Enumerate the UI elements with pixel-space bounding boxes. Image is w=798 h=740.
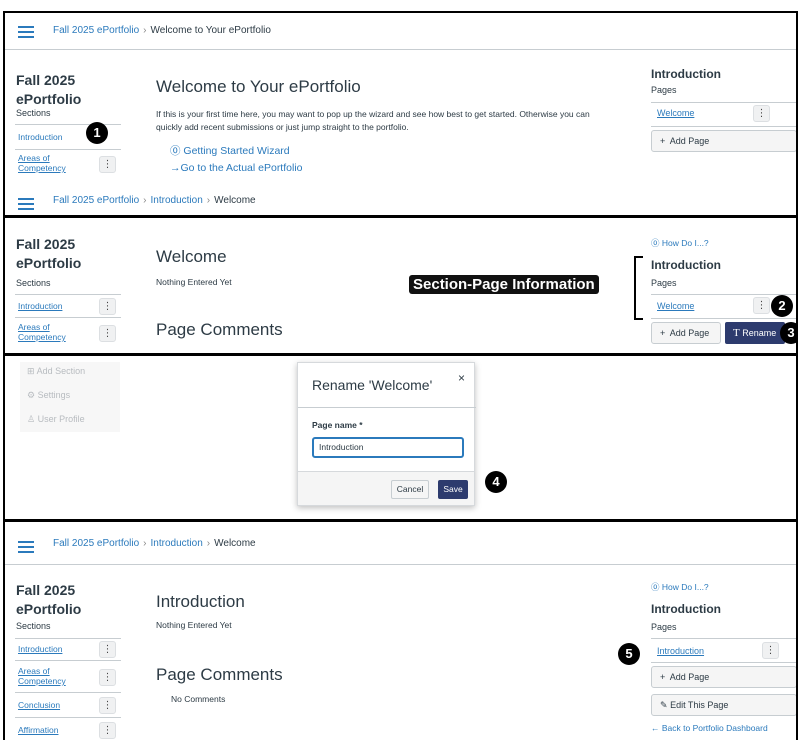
comments-heading: Page Comments [156, 665, 283, 684]
page-item-introduction[interactable]: Introduction [657, 646, 704, 656]
section-item-conclusion[interactable]: Conclusion ⋮ [15, 692, 121, 716]
page-content: Nothing Entered Yet [156, 620, 232, 630]
kebab-menu-icon[interactable]: ⋮ [753, 297, 770, 314]
section-item-affirmation[interactable]: Affirmation ⋮ [15, 717, 121, 740]
panel-welcome-page: Fall 2025 ePortfolio Sections Introducti… [3, 216, 798, 355]
back-to-dashboard-link[interactable]: ← Back to Portfolio Dashboard [651, 723, 768, 733]
comments-heading: Page Comments [156, 320, 283, 339]
section-item-introduction[interactable]: Introduction ⋮ [15, 294, 121, 316]
crumb-portfolio[interactable]: Fall 2025 ePortfolio [53, 25, 139, 36]
dialog-title: Rename 'Welcome' [312, 377, 433, 393]
step-badge-5: 5 [618, 643, 640, 665]
page-heading: Introduction [156, 592, 245, 611]
sections-label: Sections [16, 621, 51, 631]
page-heading: Welcome to Your ePortfolio [156, 77, 361, 96]
menu-icon[interactable] [18, 198, 34, 210]
how-do-i-link[interactable]: ⓪ How Do I...? [651, 581, 709, 593]
sections-label: Sections [16, 108, 51, 118]
kebab-menu-icon[interactable]: ⋮ [99, 722, 116, 739]
kebab-menu-icon[interactable]: ⋮ [762, 642, 779, 659]
side-item-user-profile[interactable]: ♙ User Profile [27, 414, 85, 425]
panel-portfolio-welcome: Fall 2025 ePortfolio › Welcome to Your ePo… [3, 11, 798, 217]
annotation-bracket [634, 256, 643, 320]
right-section-title: Introduction [651, 258, 721, 272]
plus-icon: + [660, 136, 666, 146]
cancel-button[interactable]: Cancel [391, 480, 429, 499]
help-icon: ⓪ [651, 238, 660, 248]
add-section-icon: ⊞ [27, 366, 35, 376]
add-page-button[interactable]: + Add Page [651, 322, 721, 344]
help-icon: ⓪ [651, 582, 660, 592]
breadcrumb-next: Fall 2025 ePortfolio › Introduction › Welcom… [53, 195, 256, 206]
how-do-i-link[interactable]: ⓪ How Do I...? [651, 237, 709, 249]
right-section-title: Introduction [651, 67, 721, 81]
step-badge-3: 3 [780, 322, 796, 344]
breadcrumb: Fall 2025 ePortfolio › Introduction › Welcom… [53, 538, 256, 549]
rename-menu-item[interactable]: T Rename [725, 322, 785, 344]
kebab-menu-icon[interactable]: ⋮ [99, 298, 116, 315]
right-section-title: Introduction [651, 602, 721, 616]
menu-icon[interactable] [18, 26, 34, 38]
side-item-add-section[interactable]: ⊞ Add Section [27, 366, 85, 377]
kebab-menu-icon[interactable]: ⋮ [99, 641, 116, 658]
arrow-left-icon: ← [651, 723, 660, 733]
kebab-menu-icon[interactable]: ⋮ [753, 105, 770, 122]
annotation-label: Section-Page Information [409, 275, 599, 294]
pages-label: Pages [651, 85, 677, 95]
goto-portfolio-link[interactable]: →Go to the Actual ePortfolio [170, 162, 303, 174]
kebab-menu-icon[interactable]: ⋮ [99, 325, 116, 342]
add-page-button[interactable]: + Add Page [651, 130, 796, 152]
field-label: Page name * [312, 420, 363, 430]
edit-page-button[interactable]: ✎ Edit This Page [651, 694, 796, 716]
wizard-link[interactable]: ⓪ Getting Started Wizard [170, 143, 290, 158]
plus-icon: + [660, 328, 666, 338]
pages-label: Pages [651, 278, 677, 288]
gear-icon: ⚙ [27, 390, 36, 400]
kebab-menu-icon[interactable]: ⋮ [99, 669, 116, 686]
save-button[interactable]: Save [438, 480, 468, 499]
plus-icon: + [660, 672, 666, 682]
breadcrumb: Fall 2025 ePortfolio › Welcome to Your ePo… [53, 25, 271, 36]
close-icon[interactable]: × [458, 371, 465, 385]
pages-label: Pages [651, 622, 677, 632]
user-icon: ♙ [27, 414, 36, 424]
pencil-icon: ✎ [660, 700, 668, 710]
step-badge-2: 2 [771, 295, 793, 317]
panel-introduction-page: Fall 2025 ePortfolio › Introduction › Welcom… [3, 520, 798, 740]
page-item-welcome[interactable]: Welcome [657, 108, 694, 118]
portfolio-title: Fall 2025 ePortfolio [16, 236, 82, 271]
section-item-areas[interactable]: Areas of Competency ⋮ [15, 317, 121, 347]
page-name-input[interactable]: Introduction [312, 437, 464, 458]
sections-label: Sections [16, 278, 51, 288]
section-item-areas[interactable]: Areas of Competency ⋮ [15, 660, 121, 691]
page-item-welcome[interactable]: Welcome [657, 301, 694, 311]
kebab-menu-icon[interactable]: ⋮ [99, 156, 116, 173]
menu-icon[interactable] [18, 541, 34, 553]
section-item-introduction[interactable]: Introduction ⋮ [15, 638, 121, 659]
add-page-button[interactable]: + Add Page [651, 666, 796, 688]
crumb-current: Welcome to Your ePortfolio [150, 25, 271, 36]
rename-dialog: Rename 'Welcome' × Page name * Introduct… [297, 362, 476, 506]
portfolio-title: Fall 2025 ePortfolio [16, 582, 82, 617]
kebab-menu-icon[interactable]: ⋮ [99, 697, 116, 714]
arrow-right-icon: → [170, 162, 181, 174]
no-comments-text: No Comments [171, 694, 226, 704]
step-badge-1: 1 [86, 122, 108, 144]
intro-text: If this is your first time here, you may… [156, 109, 590, 132]
rename-icon: T [733, 327, 740, 339]
help-icon: ⓪ [170, 145, 181, 157]
section-item-areas[interactable]: Areas of Competency ⋮ [15, 149, 121, 178]
step-badge-4: 4 [485, 471, 507, 493]
side-item-settings[interactable]: ⚙ Settings [27, 390, 70, 401]
page-content: Nothing Entered Yet [156, 277, 232, 287]
page-heading: Welcome [156, 247, 227, 266]
panel-rename-dialog: ⊞ Add Section ⚙ Settings ♙ User Profile … [3, 354, 798, 521]
portfolio-title: Fall 2025 ePortfolio [16, 72, 82, 107]
